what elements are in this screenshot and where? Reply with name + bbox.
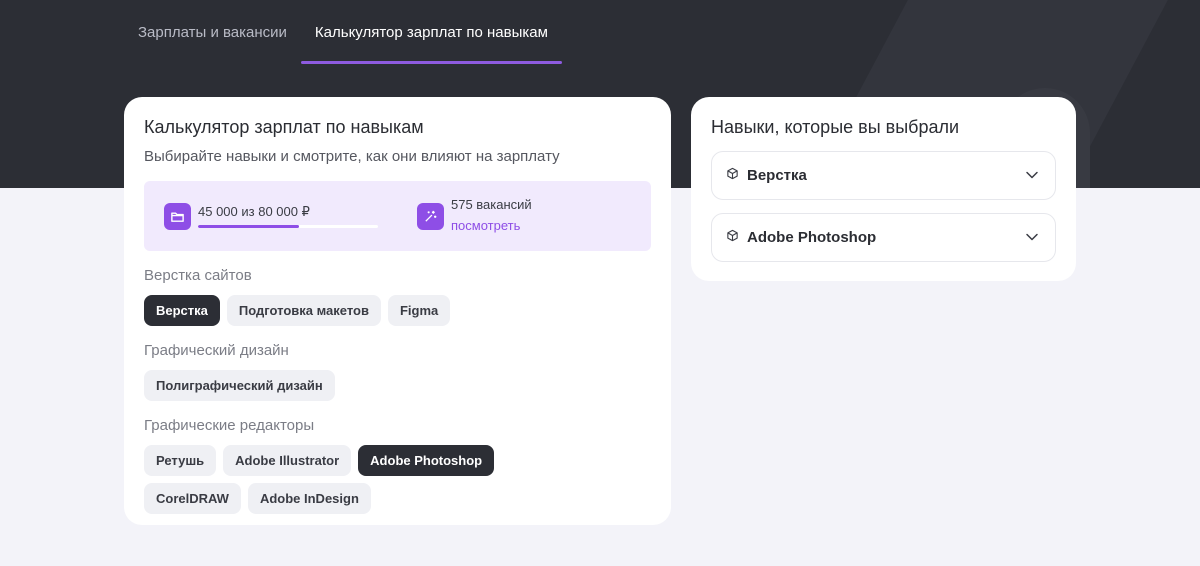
wallet-icon bbox=[164, 203, 191, 230]
calculator-subtitle: Выбирайте навыки и смотрите, как они вли… bbox=[144, 148, 560, 165]
skill-chip-mockups[interactable]: Подготовка макетов bbox=[226, 295, 381, 326]
skill-group-title: Графические редакторы bbox=[144, 417, 315, 434]
skill-chips: Верстка Подготовка макетов Figma bbox=[144, 295, 584, 326]
skill-chip-figma[interactable]: Figma bbox=[387, 295, 451, 326]
vacancies-count: 575 вакансий bbox=[451, 197, 532, 212]
stats-panel: 45 000 из 80 000 ₽ 575 вакансий посмотре… bbox=[144, 181, 651, 251]
cube-icon bbox=[726, 167, 739, 185]
skill-group-title: Графический дизайн bbox=[144, 342, 289, 359]
cube-icon bbox=[726, 229, 739, 247]
skill-chip-print-design[interactable]: Полиграфический дизайн bbox=[144, 370, 335, 401]
selected-skill-item[interactable]: Adobe Photoshop bbox=[711, 213, 1056, 262]
selected-skill-label: Adobe Photoshop bbox=[747, 229, 877, 246]
view-vacancies-link[interactable]: посмотреть bbox=[451, 218, 520, 233]
skill-chips: Полиграфический дизайн bbox=[144, 370, 584, 401]
selected-skills-title: Навыки, которые вы выбрали bbox=[711, 117, 960, 137]
skill-chip-retouch[interactable]: Ретушь bbox=[144, 445, 217, 476]
skill-group-graphic-editors: Графические редакторы Ретушь Adobe Illus… bbox=[144, 417, 651, 514]
skill-chip-illustrator[interactable]: Adobe Illustrator bbox=[223, 445, 352, 476]
selected-skills-card: Навыки, которые вы выбрали Верстка Adobe… bbox=[691, 97, 1076, 281]
chevron-down-icon[interactable] bbox=[1025, 230, 1039, 249]
selected-skill-label: Верстка bbox=[747, 167, 807, 184]
selected-skill-item[interactable]: Верстка bbox=[711, 151, 1056, 200]
calculator-title: Калькулятор зарплат по навыкам bbox=[144, 117, 424, 137]
skill-chip-verstka[interactable]: Верстка bbox=[144, 295, 220, 326]
calculator-card: Калькулятор зарплат по навыкам Выбирайте… bbox=[124, 97, 671, 525]
chevron-down-icon[interactable] bbox=[1025, 168, 1039, 187]
skill-chip-coreldraw[interactable]: CorelDRAW bbox=[144, 483, 241, 514]
salary-progress-bar bbox=[198, 225, 378, 228]
skill-chip-photoshop[interactable]: Adobe Photoshop bbox=[358, 445, 495, 476]
salary-progress-fill bbox=[198, 225, 300, 228]
skill-group-title: Верстка сайтов bbox=[144, 267, 252, 284]
tab-salary-calculator[interactable]: Калькулятор зарплат по навыкам bbox=[300, 0, 562, 64]
sparkle-icon bbox=[417, 203, 444, 230]
skill-chips: Ретушь Adobe Illustrator Adobe Photoshop… bbox=[144, 445, 584, 514]
tab-bar: Зарплаты и вакансии Калькулятор зарплат … bbox=[138, 0, 562, 64]
skill-group-layout: Верстка сайтов Верстка Подготовка макето… bbox=[144, 267, 651, 326]
tab-salaries-vacancies[interactable]: Зарплаты и вакансии bbox=[138, 0, 287, 64]
salary-value: 45 000 из 80 000 ₽ bbox=[198, 204, 310, 219]
skill-group-graphic-design: Графический дизайн Полиграфический дизай… bbox=[144, 342, 651, 401]
skill-chip-indesign[interactable]: Adobe InDesign bbox=[247, 483, 371, 514]
